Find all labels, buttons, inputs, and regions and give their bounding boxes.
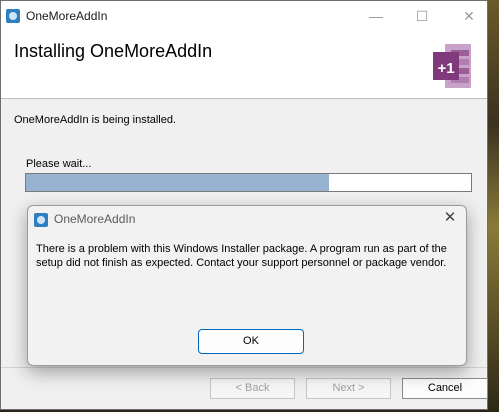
installer-window: OneMoreAddIn — ☐ ✕ Installing OneMoreAdd… [0, 0, 488, 410]
minimize-button[interactable]: — [353, 1, 399, 32]
error-dialog: OneMoreAddIn ✕ There is a problem with t… [27, 205, 467, 366]
dialog-title: OneMoreAddIn [54, 212, 136, 226]
dialog-message: There is a problem with this Windows Ins… [36, 243, 447, 269]
dialog-close-button[interactable]: ✕ [440, 208, 460, 228]
installer-app-icon [6, 9, 20, 23]
page-title: Installing OneMoreAddIn [14, 41, 213, 61]
back-button[interactable]: < Back [210, 378, 295, 399]
please-wait-label: Please wait... [26, 158, 92, 170]
title-bar[interactable]: OneMoreAddIn — ☐ ✕ [1, 1, 487, 32]
onenote-logo-icon: +1 [433, 44, 471, 88]
install-progress-bar [25, 173, 472, 192]
window-title: OneMoreAddIn [26, 9, 108, 23]
close-button[interactable]: ✕ [446, 1, 492, 32]
footer-divider [1, 367, 487, 368]
next-button[interactable]: Next > [306, 378, 391, 399]
desktop-background [487, 0, 499, 412]
cancel-button[interactable]: Cancel [402, 378, 488, 399]
maximize-button[interactable]: ☐ [399, 1, 445, 32]
logo-text: +1 [437, 60, 454, 77]
ok-button[interactable]: OK [198, 329, 304, 354]
dialog-app-icon [34, 213, 48, 227]
installer-header: Installing OneMoreAddIn +1 [1, 32, 487, 99]
progress-fill [26, 174, 329, 191]
install-status-text: OneMoreAddIn is being installed. [14, 114, 177, 126]
